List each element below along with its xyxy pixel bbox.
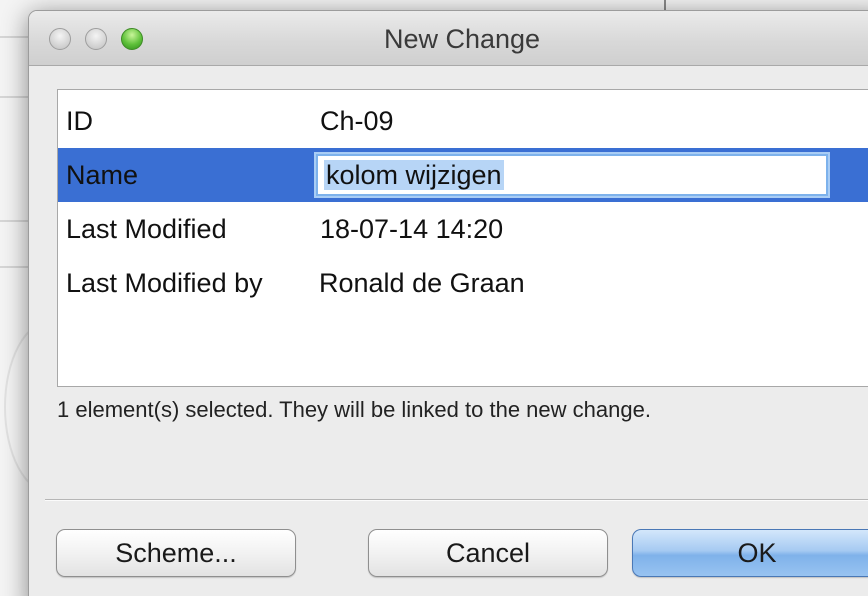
property-row-id[interactable]: ID Ch-09	[58, 94, 868, 148]
property-value: 18-07-14 14:20	[320, 214, 504, 244]
property-row-last-modified[interactable]: Last Modified 18-07-14 14:20	[58, 202, 868, 256]
scheme-button[interactable]: Scheme...	[56, 529, 296, 577]
background-divider	[0, 220, 28, 222]
property-label: ID	[66, 106, 93, 136]
window-title: New Change	[383, 24, 541, 54]
name-input[interactable]: kolom wijzigen	[316, 154, 828, 196]
property-label: Last Modified by	[66, 268, 263, 298]
title-bar: New Change	[29, 11, 868, 66]
cancel-button[interactable]: Cancel	[368, 529, 608, 577]
selection-status-text: 1 element(s) selected. They will be link…	[57, 397, 651, 422]
properties-table: ID Ch-09 Name kolom wijzigen Last Modifi…	[57, 89, 868, 387]
property-label: Last Modified	[66, 214, 227, 244]
new-change-dialog: New Change ID Ch-09 Name kolom wijzigen …	[28, 10, 868, 596]
background-divider	[0, 96, 28, 98]
background-divider	[0, 266, 28, 268]
background-divider	[664, 0, 666, 10]
property-label: Name	[66, 160, 139, 190]
property-value: Ch-09	[320, 106, 394, 136]
property-row-name[interactable]: Name kolom wijzigen	[58, 148, 868, 202]
button-separator	[45, 499, 868, 501]
property-value: Ronald de Graan	[319, 268, 525, 298]
property-row-last-modified-by[interactable]: Last Modified by Ronald de Graan	[58, 256, 868, 310]
ok-button[interactable]: OK	[632, 529, 868, 577]
name-input-selected-text: kolom wijzigen	[324, 160, 504, 190]
